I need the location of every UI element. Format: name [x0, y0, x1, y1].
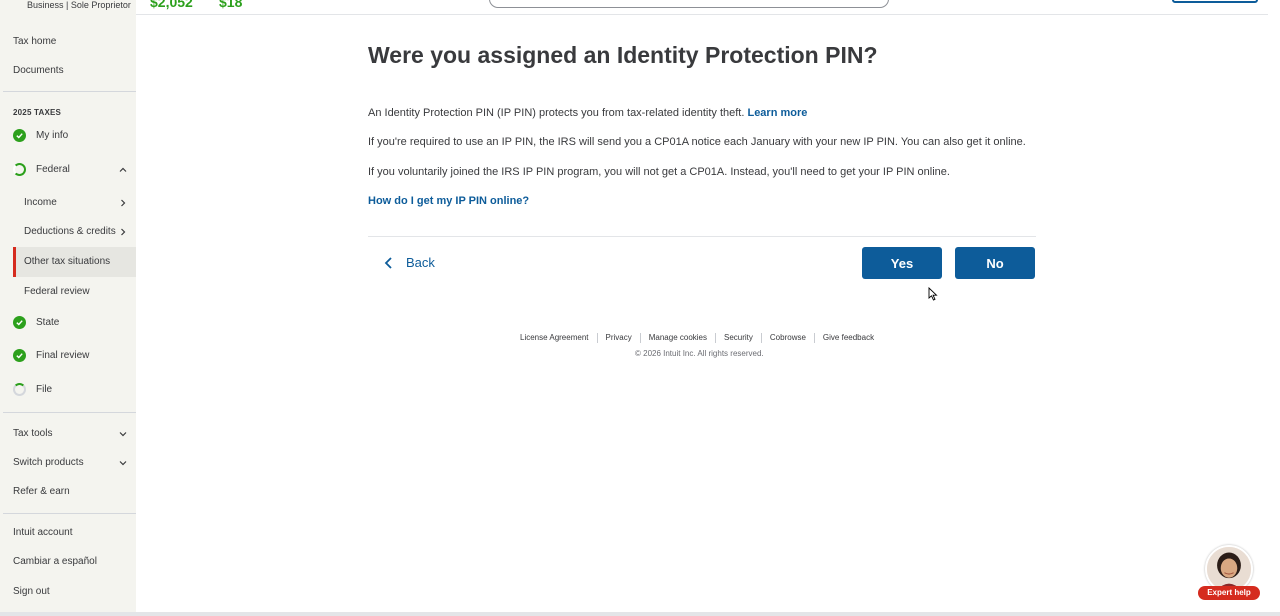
- sidebar-item-refer-earn[interactable]: Refer & earn: [13, 486, 70, 497]
- sidebar-item-deductions-credits[interactable]: Deductions & credits: [24, 226, 116, 237]
- sidebar-divider: [3, 513, 136, 514]
- footer-separator: [715, 333, 716, 343]
- back-label: Back: [406, 255, 435, 270]
- footer-cobrowse-link[interactable]: Cobrowse: [770, 333, 806, 343]
- page-title: Were you assigned an Identity Protection…: [368, 42, 878, 68]
- sidebar-item-tax-tools[interactable]: Tax tools: [13, 428, 52, 439]
- intro-text: An Identity Protection PIN (IP PIN) prot…: [368, 107, 745, 119]
- sidebar-item-sign-out[interactable]: Sign out: [13, 586, 50, 597]
- sidebar-item-income[interactable]: Income: [24, 197, 57, 208]
- sidebar-item-federal[interactable]: Federal: [13, 163, 70, 176]
- sidebar-item-cambiar-espanol[interactable]: Cambiar a español: [13, 556, 97, 567]
- progress-ring-icon: [13, 163, 26, 176]
- sidebar-item-file[interactable]: File: [13, 383, 52, 396]
- sidebar-item-my-info[interactable]: My info: [13, 129, 68, 142]
- mouse-cursor-icon: [928, 287, 938, 301]
- footer-separator: [813, 333, 815, 343]
- sidebar-divider: [3, 91, 136, 92]
- chevron-right-icon[interactable]: [119, 199, 127, 207]
- check-icon: [13, 349, 26, 362]
- check-icon: [13, 129, 26, 142]
- copyright-text: © 2026 Intuit Inc. All rights reserved.: [635, 349, 764, 358]
- sidebar-item-federal-review[interactable]: Federal review: [24, 286, 90, 297]
- sidebar-section-title: 2025 TAXES: [13, 108, 62, 117]
- header-divider: [136, 14, 1268, 15]
- sidebar-item-switch-products[interactable]: Switch products: [13, 457, 84, 468]
- chevron-left-icon: [384, 256, 392, 269]
- sidebar-item-tax-home[interactable]: Tax home: [13, 36, 56, 47]
- yes-button[interactable]: Yes: [862, 247, 942, 279]
- expert-help-button[interactable]: Expert help: [1198, 545, 1260, 601]
- cp01a-paragraph: If you're required to use an IP PIN, the…: [368, 136, 1026, 148]
- state-refund-amount: $18: [219, 0, 243, 10]
- sidebar-item-final-review[interactable]: Final review: [13, 349, 89, 362]
- footer-separator: [639, 333, 641, 343]
- voluntary-paragraph: If you voluntarily joined the IRS IP PIN…: [368, 166, 950, 178]
- content-divider: [368, 236, 1036, 237]
- bottom-edge: [0, 612, 1280, 616]
- sidebar-item-label: Other tax situations: [24, 256, 111, 267]
- no-button[interactable]: No: [955, 247, 1035, 279]
- ip-pin-online-link[interactable]: How do I get my IP PIN online?: [368, 195, 529, 207]
- footer-separator: [760, 333, 762, 343]
- footer-security-link[interactable]: Security: [724, 333, 753, 343]
- learn-more-link[interactable]: Learn more: [747, 107, 807, 119]
- sidebar-item-state[interactable]: State: [13, 316, 59, 329]
- sidebar-item-documents[interactable]: Documents: [13, 65, 64, 76]
- chevron-down-icon[interactable]: [119, 459, 127, 467]
- footer-privacy-link[interactable]: Privacy: [606, 333, 632, 343]
- header-button[interactable]: [1172, 0, 1258, 3]
- back-button[interactable]: Back: [384, 255, 435, 270]
- chevron-right-icon[interactable]: [119, 228, 127, 236]
- intro-paragraph: An Identity Protection PIN (IP PIN) prot…: [368, 107, 807, 119]
- sidebar-item-label: Final review: [36, 350, 90, 361]
- footer-links: License Agreement Privacy Manage cookies…: [520, 333, 874, 343]
- sidebar-divider: [3, 412, 136, 413]
- sidebar-item-label: File: [36, 384, 53, 395]
- federal-refund-amount: $2,052: [150, 0, 193, 10]
- footer-license-link[interactable]: License Agreement: [520, 333, 589, 343]
- sidebar: Business | Sole Proprietor Tax home Docu…: [0, 0, 136, 616]
- product-subtitle: Business | Sole Proprietor: [27, 0, 131, 10]
- chevron-down-icon[interactable]: [119, 430, 127, 438]
- sidebar-item-label: State: [36, 317, 60, 328]
- expert-portrait-icon: [1207, 547, 1251, 591]
- sidebar-item-label: Federal: [36, 164, 70, 175]
- check-icon: [13, 316, 26, 329]
- footer-feedback-link[interactable]: Give feedback: [823, 333, 874, 343]
- sidebar-item-intuit-account[interactable]: Intuit account: [13, 527, 72, 538]
- progress-ring-icon: [13, 383, 26, 396]
- footer-separator: [596, 333, 598, 343]
- expert-help-label: Expert help: [1198, 586, 1260, 600]
- search-input[interactable]: [489, 0, 889, 8]
- sidebar-item-label: My info: [36, 130, 69, 141]
- chevron-up-icon[interactable]: [119, 166, 127, 174]
- footer-cookies-link[interactable]: Manage cookies: [649, 333, 707, 343]
- sidebar-item-other-tax-situations[interactable]: Other tax situations: [13, 247, 136, 277]
